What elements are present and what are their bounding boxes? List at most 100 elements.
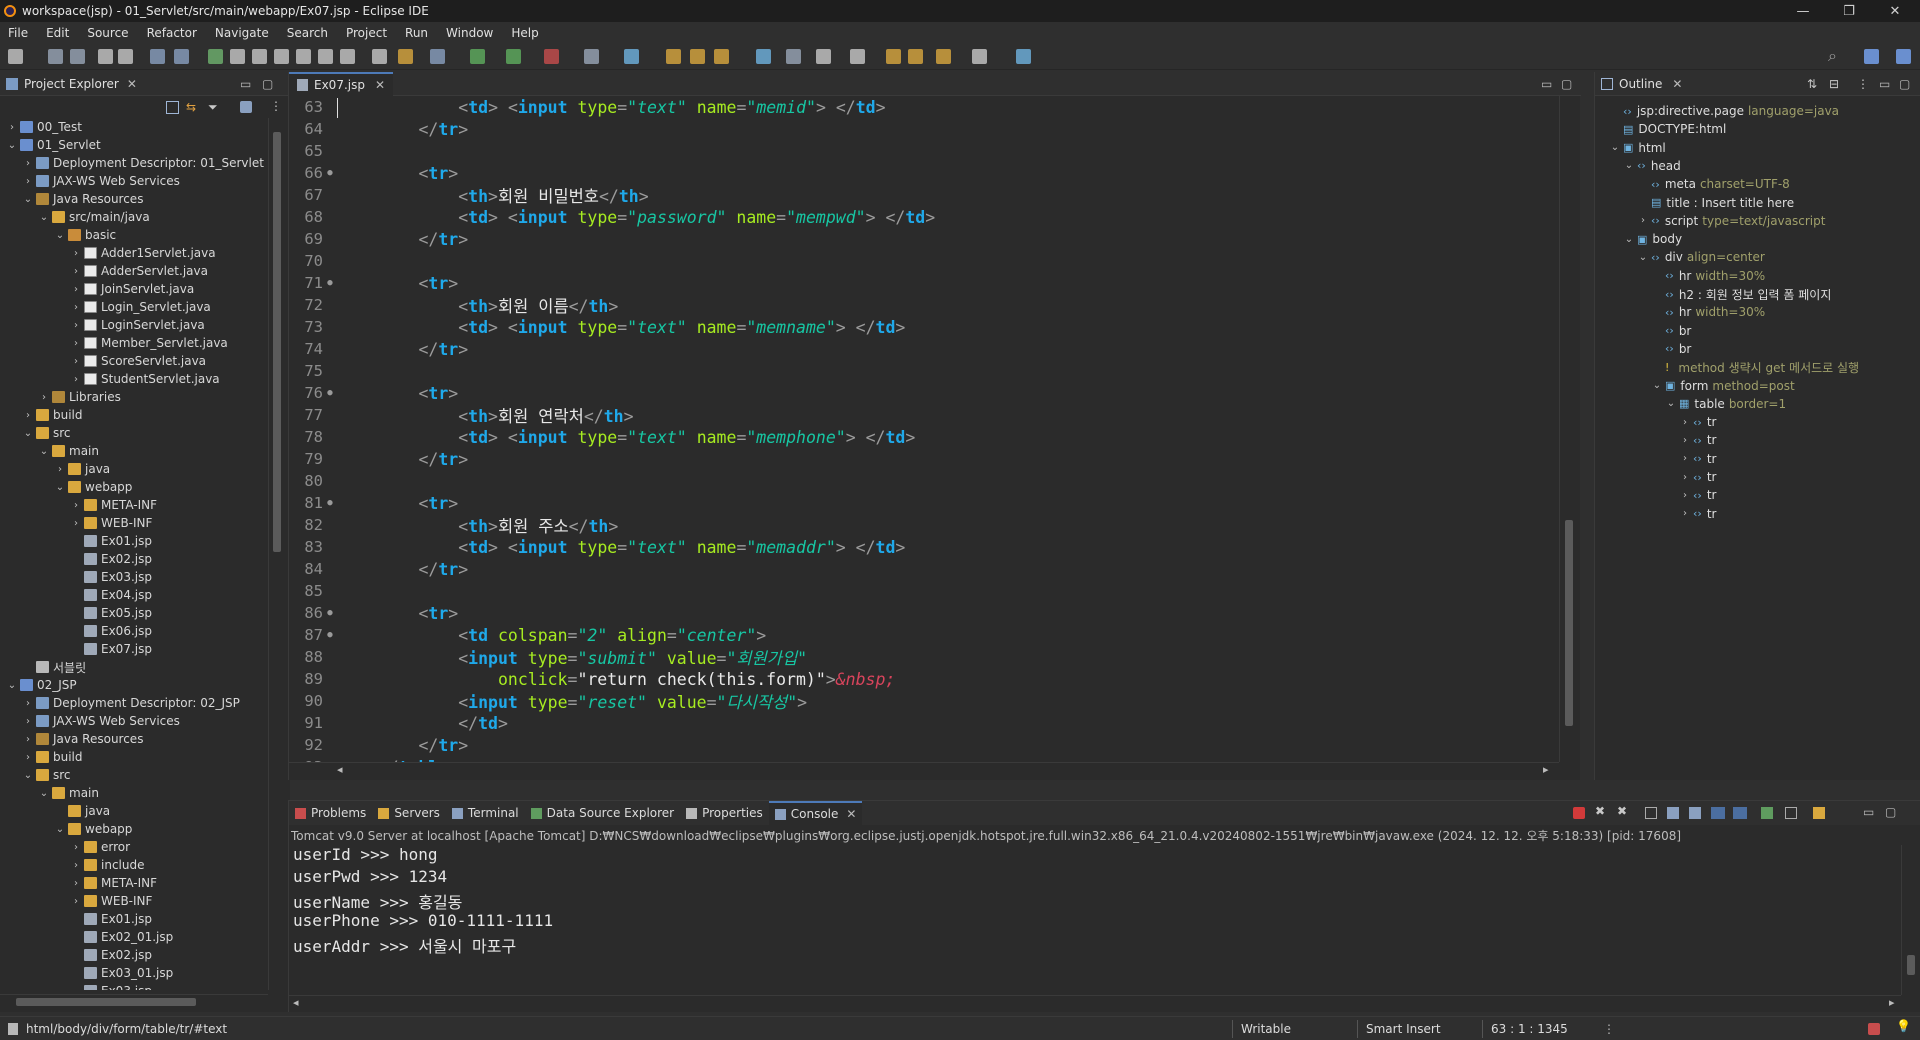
clear-console-icon[interactable] (1645, 807, 1657, 819)
chevron-right-icon[interactable]: › (22, 734, 34, 745)
java-ee-perspective-icon[interactable] (1896, 49, 1911, 64)
run-external-icon[interactable] (506, 49, 521, 64)
outline-item[interactable]: › ‹› tr (1679, 431, 1720, 449)
close-icon[interactable]: ✕ (375, 78, 385, 92)
chevron-down-icon[interactable]: ⌄ (38, 212, 50, 223)
scroll-right-icon[interactable]: ▸ (1543, 763, 1549, 776)
terminate-icon[interactable] (1573, 807, 1585, 819)
skip-breakpoints-icon[interactable] (174, 49, 189, 64)
menu-edit[interactable]: Edit (38, 26, 79, 40)
console-output[interactable]: userId >>> hong userPwd >>> 1234 userName … (289, 845, 1901, 995)
menu-source[interactable]: Source (79, 26, 138, 40)
open-perspective-icon[interactable] (1864, 49, 1879, 64)
chevron-right-icon[interactable]: › (70, 302, 82, 313)
chevron-right-icon[interactable]: › (70, 338, 82, 349)
undo-icon[interactable] (98, 49, 113, 64)
code-line[interactable]: 70 (289, 250, 1559, 272)
tree-item[interactable]: Ex02.jsp (0, 946, 152, 964)
tree-item[interactable]: ⌄ webapp (0, 820, 133, 838)
new-icon[interactable] (8, 49, 23, 64)
code-line[interactable]: 72 <th>회원 이름</th> (289, 294, 1559, 316)
chevron-down-icon[interactable]: ⌄ (38, 446, 50, 457)
outline-item[interactable]: ▤ title : Insert title here (1637, 194, 1798, 212)
tree-item[interactable]: Ex07.jsp (0, 640, 152, 658)
maximize-view-icon[interactable]: ▢ (1885, 805, 1896, 819)
chevron-right-icon[interactable]: › (1679, 435, 1691, 446)
chevron-right-icon[interactable]: › (70, 500, 82, 511)
collapse-all-icon[interactable] (166, 101, 179, 114)
suspend-icon[interactable] (230, 49, 245, 64)
outline-item[interactable]: › ‹› tr (1679, 505, 1720, 523)
menu-window[interactable]: Window (438, 26, 503, 40)
remove-launch-icon[interactable]: ✖ (1595, 804, 1605, 818)
tree-item[interactable]: › WEB-INF (0, 892, 152, 910)
tree-item[interactable]: › Adder1Servlet.java (0, 244, 216, 262)
tree-item[interactable]: ⌄ src (0, 424, 71, 442)
code-line[interactable]: 75 (289, 360, 1559, 382)
chevron-right-icon[interactable]: › (70, 860, 82, 871)
chevron-down-icon[interactable]: ⌄ (22, 770, 34, 781)
chevron-down-icon[interactable]: ⌄ (1623, 160, 1635, 171)
code-line[interactable]: 82 <th>회원 주소</th> (289, 514, 1559, 536)
open-console-icon[interactable] (1761, 807, 1773, 819)
editor-vscrollbar[interactable] (1559, 96, 1577, 762)
scroll-right-icon[interactable]: ▸ (1889, 996, 1895, 1009)
chevron-down-icon[interactable]: ⌄ (54, 230, 66, 241)
chevron-down-icon[interactable]: ⌄ (22, 194, 34, 205)
annotation-icon[interactable] (816, 49, 831, 64)
tree-item[interactable]: › JAX-WS Web Services (0, 712, 180, 730)
save-all-icon[interactable] (70, 49, 85, 64)
tree-item[interactable]: ⌄ main (0, 442, 99, 460)
tab-properties[interactable]: Properties (680, 801, 769, 825)
outline-item[interactable]: ‹› h2 : 회원 정보 입력 폼 페이지 (1651, 285, 1835, 303)
minimize-view-icon[interactable]: ▭ (240, 77, 251, 91)
fold-marker-icon[interactable]: ● (325, 498, 335, 508)
chevron-down-icon[interactable]: ⌄ (22, 428, 34, 439)
code-line[interactable]: 64 </tr> (289, 118, 1559, 140)
code-line[interactable]: 86 ● <tr> (289, 602, 1559, 624)
tree-item[interactable]: › StudentServlet.java (0, 370, 220, 388)
code-line[interactable]: 76 ● <tr> (289, 382, 1559, 404)
chevron-right-icon[interactable]: › (22, 698, 34, 709)
new-console-icon[interactable] (1785, 807, 1797, 819)
tab-console[interactable]: Console ✕ (768, 801, 863, 825)
code-line[interactable]: 91 </td> (289, 712, 1559, 734)
chevron-right-icon[interactable]: › (22, 752, 34, 763)
chevron-right-icon[interactable]: › (70, 248, 82, 259)
tree-item[interactable]: › include (0, 856, 144, 874)
minimize-view-icon[interactable]: ▭ (1541, 77, 1552, 91)
step-into-icon[interactable] (296, 49, 311, 64)
chevron-right-icon[interactable]: › (1637, 215, 1649, 226)
chevron-right-icon[interactable]: › (1679, 472, 1691, 483)
close-icon[interactable]: ✕ (846, 807, 856, 821)
tree-item[interactable]: › error (0, 838, 130, 856)
outline-item[interactable]: ⌄ ▦ table border=1 (1665, 395, 1786, 413)
menu-project[interactable]: Project (338, 26, 397, 40)
code-line[interactable]: 63 <td> <input type="text" name="memid">… (289, 96, 1559, 118)
chevron-down-icon[interactable]: ⌄ (6, 140, 18, 151)
outline-item[interactable]: ⌄ ‹› div align=center (1637, 248, 1765, 266)
run-icon[interactable] (470, 49, 485, 64)
minimize-view-icon[interactable]: ▭ (1879, 77, 1890, 91)
code-line[interactable]: 71 ● <tr> (289, 272, 1559, 294)
code-line[interactable]: 69 </tr> (289, 228, 1559, 250)
tab-problems[interactable]: Problems (289, 801, 372, 825)
tree-item[interactable]: ⌄ 02_JSP (0, 676, 77, 694)
chevron-right-icon[interactable]: › (70, 842, 82, 853)
search-tool-icon[interactable] (714, 49, 729, 64)
tree-item[interactable]: › build (0, 406, 83, 424)
menu-refactor[interactable]: Refactor (139, 26, 207, 40)
tree-item[interactable]: › Deployment Descriptor: 02_JSP (0, 694, 240, 712)
web-browser-icon[interactable] (624, 49, 639, 64)
chevron-right-icon[interactable]: › (1679, 417, 1691, 428)
outline-item[interactable]: ‹› hr width=30% (1651, 303, 1765, 321)
pin-console-icon[interactable] (1711, 807, 1725, 819)
tree-item[interactable]: ⌄ src (0, 766, 71, 784)
tree-item[interactable]: › build (0, 748, 83, 766)
disconnect-icon[interactable] (274, 49, 289, 64)
tree-item[interactable]: › Login_Servlet.java (0, 298, 211, 316)
open-type-icon[interactable] (666, 49, 681, 64)
tree-item[interactable]: › META-INF (0, 496, 157, 514)
remove-all-icon[interactable]: ✖ (1617, 804, 1627, 818)
tree-item[interactable]: Ex05.jsp (0, 604, 152, 622)
